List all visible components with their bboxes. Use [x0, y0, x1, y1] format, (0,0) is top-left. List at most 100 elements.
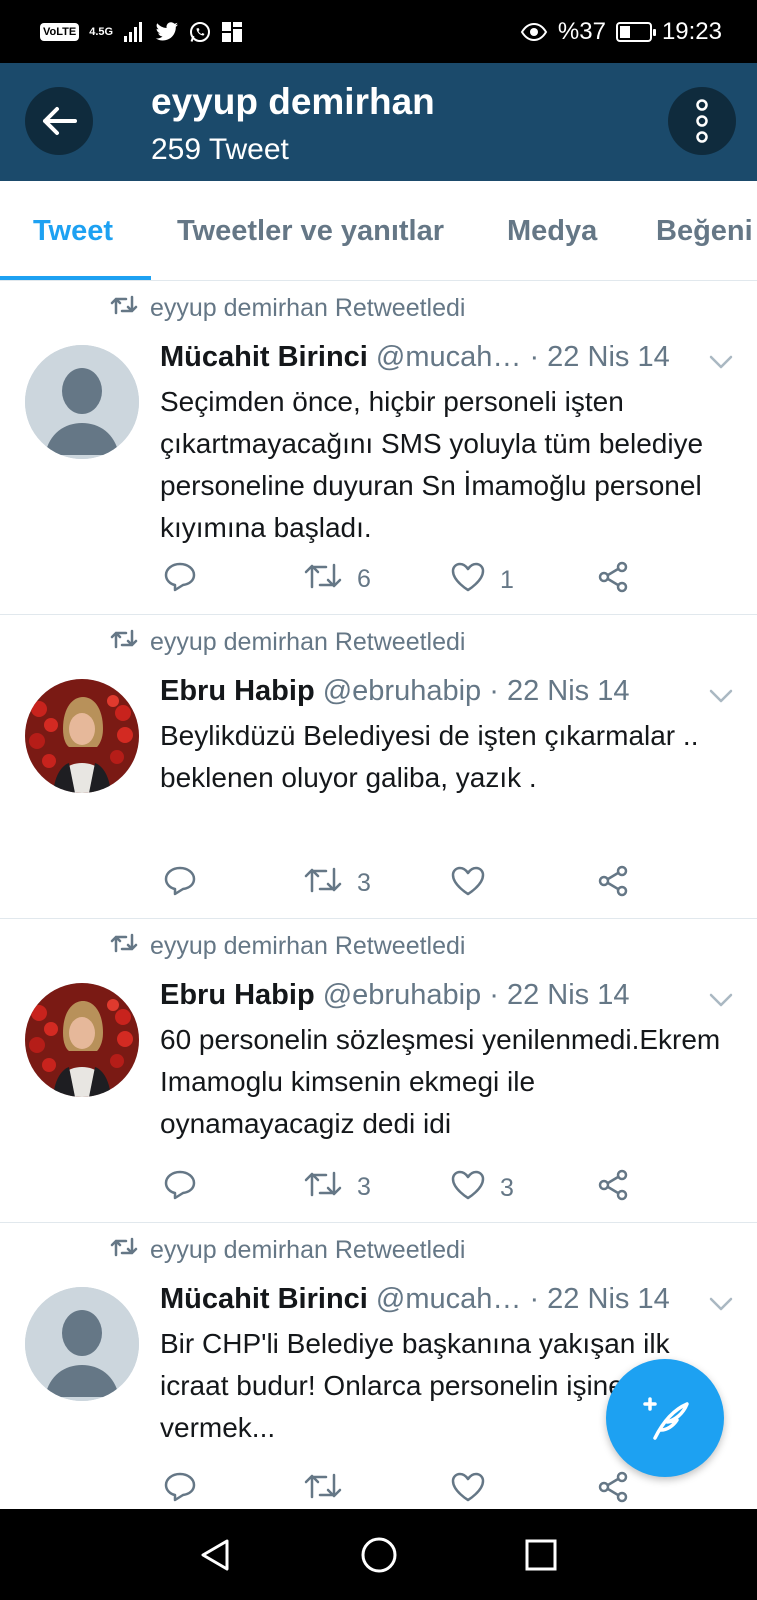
tab-tweets-and-replies[interactable]: Tweetler ve yanıtlar: [177, 215, 444, 248]
more-options-button[interactable]: [668, 87, 736, 155]
battery-icon: [615, 22, 656, 42]
author-handle[interactable]: @mucah…: [376, 1283, 521, 1315]
heart-icon: [450, 1169, 486, 1208]
tab-tweet[interactable]: Tweet: [33, 215, 113, 248]
reply-button[interactable]: [163, 1471, 211, 1509]
reply-button[interactable]: [163, 561, 211, 600]
back-arrow-icon: [43, 107, 77, 135]
like-button[interactable]: 3: [450, 1169, 514, 1208]
tweet-actions: [163, 1471, 663, 1509]
retweet-label: eyyup demirhan Retweetledi: [150, 1236, 466, 1264]
tweet-item[interactable]: eyyup demirhan Retweetledi Ebru Habip @e…: [0, 615, 757, 919]
compose-tweet-button[interactable]: [606, 1359, 724, 1477]
retweet-button[interactable]: [303, 1471, 357, 1508]
like-button[interactable]: 1: [450, 561, 514, 600]
reply-button[interactable]: [163, 865, 211, 904]
tab-likes[interactable]: Beğeni: [656, 215, 753, 248]
retweet-count: 3: [357, 1173, 371, 1201]
reply-icon: [163, 1471, 197, 1509]
share-icon: [596, 1471, 630, 1509]
reply-icon: [163, 1169, 197, 1208]
author-handle[interactable]: @ebruhabip: [323, 675, 481, 707]
retweet-small-icon: [110, 628, 138, 657]
eye-comfort-icon: [520, 22, 548, 42]
retweet-icon: [303, 1471, 343, 1508]
retweet-context: eyyup demirhan Retweetledi: [110, 628, 465, 657]
volte-icon: VoLTE: [40, 23, 80, 41]
retweet-context: eyyup demirhan Retweetledi: [110, 294, 465, 323]
compose-feather-icon: [643, 1397, 689, 1440]
author-name[interactable]: Mücahit Birinci: [160, 1283, 368, 1315]
nav-recents-icon: [525, 1539, 557, 1571]
heart-icon: [450, 561, 486, 600]
retweet-button[interactable]: 3: [303, 865, 371, 902]
tab-media[interactable]: Medya: [507, 215, 597, 248]
profile-name: eyyup demirhan: [151, 81, 435, 122]
heart-icon: [450, 865, 486, 904]
retweet-small-icon: [110, 1236, 138, 1265]
author-handle[interactable]: @mucah…: [376, 341, 521, 373]
chevron-down-icon[interactable]: [709, 689, 733, 708]
author-handle[interactable]: @ebruhabip: [323, 979, 481, 1011]
author-name[interactable]: Ebru Habip: [160, 979, 315, 1011]
clock: 19:23: [661, 18, 722, 45]
retweet-label: eyyup demirhan Retweetledi: [150, 628, 466, 656]
retweet-icon: [303, 1169, 343, 1206]
share-icon: [596, 561, 630, 600]
chevron-down-icon[interactable]: [709, 993, 733, 1012]
back-button[interactable]: [25, 87, 93, 155]
share-button[interactable]: [596, 561, 630, 600]
retweet-count: 3: [357, 869, 371, 897]
retweet-icon: [303, 865, 343, 902]
tweet-actions: 6 1: [163, 561, 663, 601]
tweet-item[interactable]: eyyup demirhan Retweetledi Ebru Habip @e…: [0, 919, 757, 1223]
tweet-header: Ebru Habip @ebruhabip · 22 Nis 14: [160, 979, 727, 1012]
author-name[interactable]: Mücahit Birinci: [160, 341, 368, 373]
retweet-context: eyyup demirhan Retweetledi: [110, 932, 465, 961]
whatsapp-icon: [190, 22, 211, 42]
profile-tabs: Tweet Tweetler ve yanıtlar Medya Beğeni: [0, 181, 757, 281]
nav-back-button[interactable]: [191, 1531, 239, 1579]
retweet-count: 6: [357, 565, 371, 593]
nav-home-icon: [361, 1537, 397, 1573]
reply-button[interactable]: [163, 1169, 211, 1208]
tweet-date: · 22 Nis 14: [529, 341, 670, 373]
nav-home-button[interactable]: [355, 1531, 403, 1579]
signal-icon: [124, 22, 143, 42]
more-vertical-icon: [696, 99, 708, 143]
tweet-text: Seçimden önce, hiçbir personeli işten çı…: [160, 386, 704, 543]
tweet-actions: 3: [163, 865, 663, 905]
heart-icon: [450, 1471, 486, 1509]
like-button[interactable]: [450, 1471, 500, 1509]
retweet-button[interactable]: 3: [303, 1169, 371, 1206]
tweet-header: Mücahit Birinci @mucah… · 22 Nis 14: [160, 341, 727, 374]
share-button[interactable]: [596, 1471, 630, 1509]
chevron-down-icon[interactable]: [709, 355, 733, 374]
avatar[interactable]: [25, 1287, 139, 1401]
author-name[interactable]: Ebru Habip: [160, 675, 315, 707]
retweet-context: eyyup demirhan Retweetledi: [110, 1236, 465, 1265]
tweet-actions: 3 3: [163, 1169, 663, 1209]
retweet-button[interactable]: 6: [303, 561, 371, 598]
tweet-date: · 22 Nis 14: [489, 979, 630, 1011]
nav-recents-button[interactable]: [517, 1531, 565, 1579]
like-count: 3: [500, 1174, 514, 1202]
share-button[interactable]: [596, 865, 630, 904]
retweet-small-icon: [110, 294, 138, 323]
chevron-down-icon[interactable]: [709, 1297, 733, 1316]
tweet-item[interactable]: eyyup demirhan Retweetledi Mücahit Birin…: [0, 281, 757, 615]
avatar[interactable]: [25, 983, 139, 1097]
share-icon: [596, 1169, 630, 1208]
reply-icon: [163, 865, 197, 904]
tweet-header: Mücahit Birinci @mucah… · 22 Nis 14: [160, 1283, 727, 1316]
tweet-date: · 22 Nis 14: [489, 675, 630, 707]
avatar[interactable]: [25, 679, 139, 793]
system-nav-bar: [0, 1509, 757, 1600]
like-button[interactable]: [450, 865, 500, 904]
tweet-feed[interactable]: eyyup demirhan Retweetledi Mücahit Birin…: [0, 281, 757, 1509]
app-icon: [222, 22, 243, 42]
share-button[interactable]: [596, 1169, 630, 1208]
retweet-label: eyyup demirhan Retweetledi: [150, 932, 466, 960]
avatar[interactable]: [25, 345, 139, 459]
tweet-text: 60 personelin sözleşmesi yenilenmedi.Ekr…: [160, 1024, 721, 1139]
